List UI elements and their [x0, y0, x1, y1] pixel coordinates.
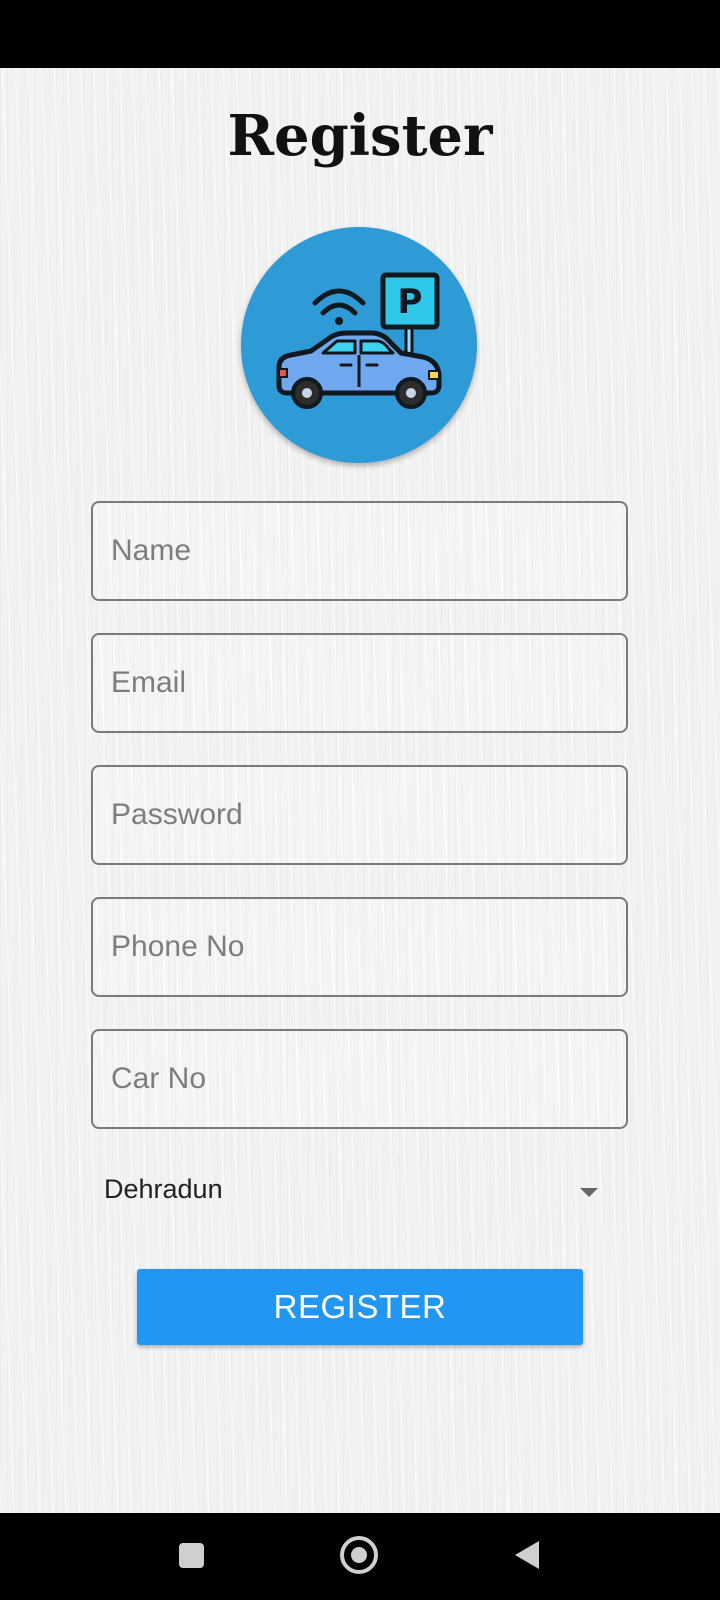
- dropdown-arrow-icon: [580, 1188, 598, 1197]
- password-input[interactable]: [91, 765, 628, 865]
- phone-input[interactable]: [91, 897, 628, 997]
- home-button[interactable]: [320, 1513, 400, 1600]
- city-dropdown-value: Dehradun: [104, 1174, 223, 1204]
- register-button[interactable]: REGISTER: [137, 1269, 583, 1345]
- app-logo: P: [241, 227, 477, 463]
- smart-parking-car-icon: P: [276, 272, 442, 409]
- register-screen: Register P Name Email Phone No Car No De…: [0, 68, 720, 1513]
- system-navigation-bar: [0, 1513, 720, 1600]
- back-button[interactable]: [487, 1513, 567, 1600]
- page-title: Register: [227, 103, 493, 169]
- email-input[interactable]: [91, 633, 628, 733]
- status-bar: [0, 0, 720, 68]
- triangle-back-icon: [515, 1541, 539, 1569]
- circle-icon: [340, 1536, 378, 1574]
- name-input[interactable]: [91, 501, 628, 601]
- city-dropdown[interactable]: Dehradun: [91, 1162, 628, 1222]
- square-icon: [179, 1543, 204, 1568]
- recents-button[interactable]: [151, 1513, 231, 1600]
- car-number-input[interactable]: [91, 1029, 628, 1129]
- svg-text:P: P: [398, 282, 423, 322]
